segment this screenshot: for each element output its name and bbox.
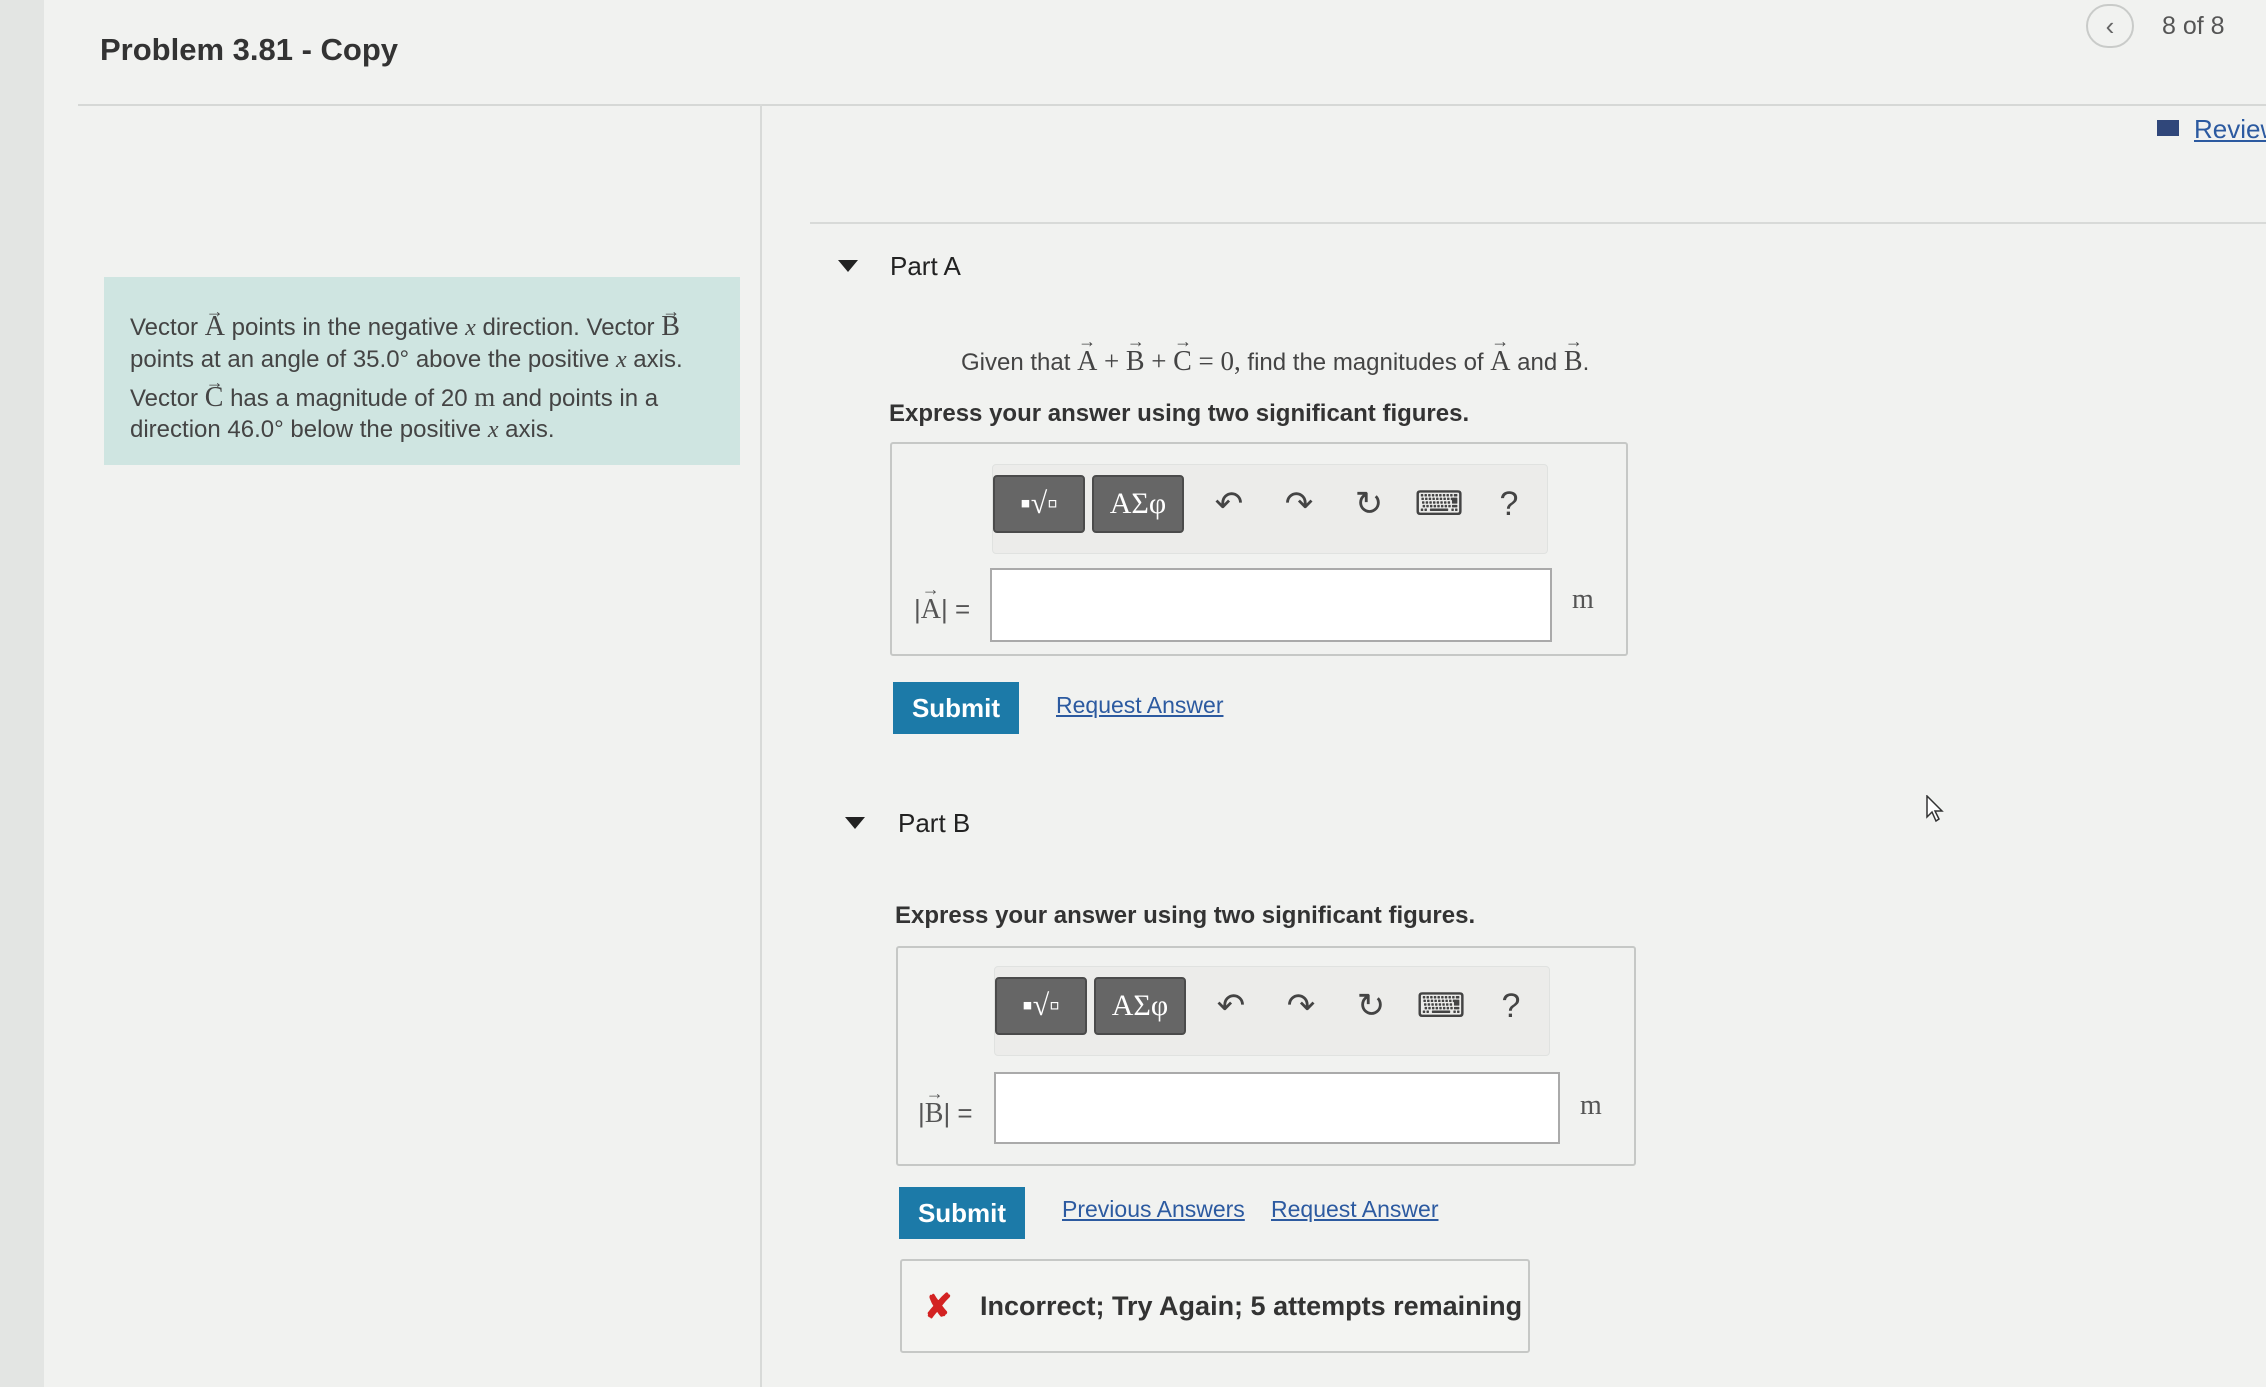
part-a-question: Given that A + B + C = 0, find the magni… [961, 331, 1589, 378]
answer-b-input[interactable] [994, 1072, 1560, 1144]
vector-c: C [205, 367, 224, 413]
vector-a: A [205, 296, 225, 342]
math-toolbar: ▪√▫ ΑΣφ ↶ ↷ ↻ ⌨ ? [992, 464, 1548, 554]
part-a-collapse-icon[interactable] [838, 260, 858, 272]
help-icon[interactable]: ? [1487, 479, 1531, 529]
reset-icon[interactable]: ↻ [1347, 479, 1391, 529]
vector-b: B [661, 296, 680, 342]
problem-statement: Vector A points in the negative x direct… [104, 277, 740, 465]
answer-a-unit: m [1572, 584, 1594, 615]
part-a-answer-box: ▪√▫ ΑΣφ ↶ ↷ ↻ ⌨ ? |A| = m [890, 442, 1628, 656]
answer-b-label: |B| = [918, 1083, 973, 1130]
undo-icon[interactable]: ↶ [1209, 981, 1253, 1031]
symbols-button[interactable]: ΑΣφ [1092, 475, 1184, 533]
part-b-answer-box: ▪√▫ ΑΣφ ↶ ↷ ↻ ⌨ ? |B| = m [896, 946, 1636, 1166]
part-b-request-answer-link[interactable]: Request Answer [1271, 1196, 1438, 1223]
previous-problem-button[interactable]: ‹ [2086, 4, 2134, 48]
answer-b-unit: m [1580, 1090, 1602, 1121]
header-divider [78, 104, 2266, 106]
part-a-instruction: Express your answer using two significan… [889, 400, 1470, 427]
symbols-button[interactable]: ΑΣφ [1094, 977, 1186, 1035]
help-icon[interactable]: ? [1489, 981, 1533, 1031]
part-a-submit-button[interactable]: Submit [893, 682, 1019, 734]
review-link[interactable]: Review [2194, 114, 2266, 145]
part-b-title: Part B [898, 808, 971, 838]
mouse-cursor-icon [1926, 795, 1944, 823]
redo-icon[interactable]: ↷ [1279, 981, 1323, 1031]
part-a-title: Part A [890, 251, 961, 281]
previous-answers-link[interactable]: Previous Answers [1062, 1196, 1245, 1223]
part-b-instruction: Express your answer using two significan… [895, 902, 1476, 929]
feedback-text: Incorrect; Try Again; 5 attempts remaini… [980, 1291, 1523, 1321]
window-edge [0, 0, 44, 1387]
part-a-request-answer-link[interactable]: Request Answer [1056, 692, 1223, 719]
part-b-submit-button[interactable]: Submit [899, 1187, 1025, 1239]
answer-a-input[interactable] [990, 568, 1552, 642]
error-x-icon: ✘ [924, 1288, 953, 1326]
book-icon [2157, 120, 2179, 136]
answer-a-label: |A| = [914, 579, 970, 626]
templates-button[interactable]: ▪√▫ [993, 475, 1085, 533]
keyboard-icon[interactable]: ⌨ [1414, 479, 1463, 529]
problem-line-2: Vector C has a magnitude of 20 m and poi… [130, 367, 714, 446]
page-title: Problem 3.81 - Copy [100, 32, 399, 67]
templates-button[interactable]: ▪√▫ [995, 977, 1087, 1035]
parts-divider [810, 222, 2266, 224]
part-b-collapse-icon[interactable] [845, 817, 865, 829]
math-toolbar: ▪√▫ ΑΣφ ↶ ↷ ↻ ⌨ ? [994, 966, 1550, 1056]
feedback-message: ✘ Incorrect; Try Again; 5 attempts remai… [900, 1259, 1530, 1353]
undo-icon[interactable]: ↶ [1207, 479, 1251, 529]
page-counter: 8 of 8 [2162, 12, 2225, 40]
reset-icon[interactable]: ↻ [1349, 981, 1393, 1031]
keyboard-icon[interactable]: ⌨ [1416, 981, 1465, 1031]
column-divider [760, 104, 762, 1387]
redo-icon[interactable]: ↷ [1277, 479, 1321, 529]
chevron-left-icon: ‹ [2105, 10, 2115, 41]
